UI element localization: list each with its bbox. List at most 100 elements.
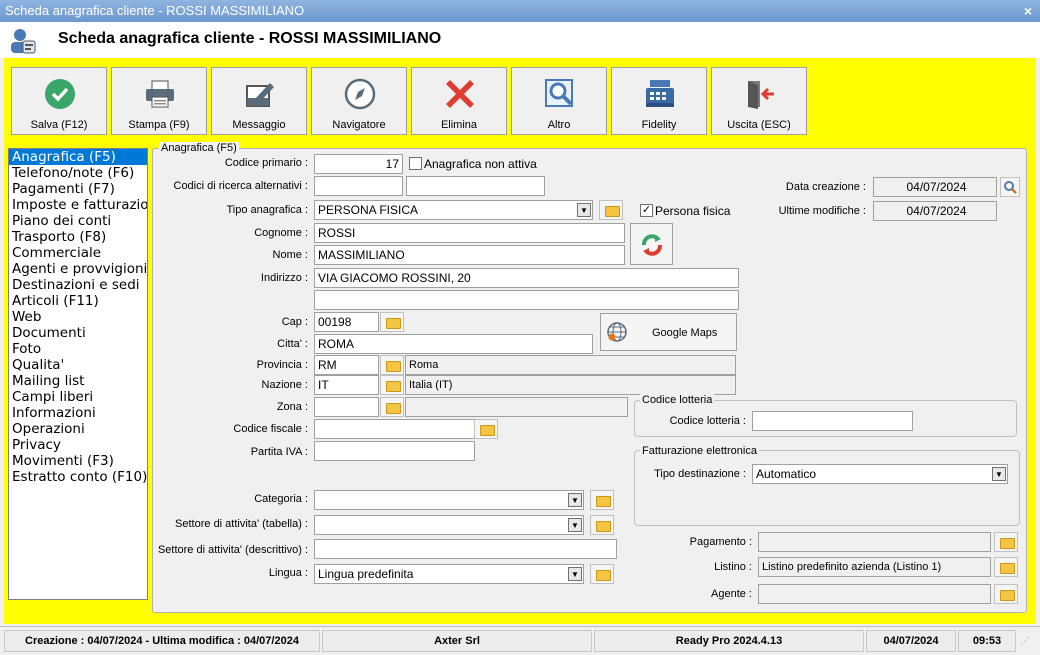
- pagamento-folder-button[interactable]: [994, 532, 1018, 552]
- nav-item[interactable]: Documenti: [9, 325, 147, 341]
- cap-input[interactable]: 00198: [314, 312, 379, 332]
- codici-ricerca-label: Codici di ricerca alternativi :: [173, 180, 309, 192]
- header: Scheda anagrafica cliente - ROSSI MASSIM…: [0, 22, 1040, 58]
- nav-item[interactable]: Estratto conto (F10): [9, 469, 147, 485]
- resize-grip-icon[interactable]: ⋰: [1020, 636, 1030, 647]
- codice-lotteria-label: Codice lotteria :: [669, 415, 746, 427]
- chevron-down-icon[interactable]: ▼: [568, 518, 582, 532]
- indirizzo-input-2[interactable]: [314, 290, 739, 310]
- delete-button-label: Elimina: [440, 119, 478, 131]
- zona-label: Zona :: [276, 401, 308, 413]
- nav-item[interactable]: Movimenti (F3): [9, 453, 147, 469]
- exit-button[interactable]: Uscita (ESC): [711, 67, 807, 135]
- nav-item[interactable]: Destinazioni e sedi: [9, 277, 147, 293]
- anagrafica-non-attiva-label: Anagrafica non attiva: [424, 157, 537, 171]
- nav-item[interactable]: Piano dei conti: [9, 213, 147, 229]
- nav-item[interactable]: Articoli (F11): [9, 293, 147, 309]
- codice-primario-input[interactable]: 17: [314, 154, 403, 174]
- nav-item[interactable]: Commerciale: [9, 245, 147, 261]
- chevron-down-icon[interactable]: ▼: [992, 467, 1006, 481]
- nazione-description: Italia (IT): [405, 375, 736, 395]
- codice-fiscale-folder-button[interactable]: [474, 419, 498, 439]
- status-date: 04/07/2024: [866, 630, 956, 652]
- google-maps-button[interactable]: Google Maps: [600, 313, 737, 351]
- cap-folder-button[interactable]: [380, 312, 404, 332]
- status-time: 09:53: [958, 630, 1016, 652]
- nav-item[interactable]: Qualita': [9, 357, 147, 373]
- lingua-select[interactable]: Lingua predefinita ▼: [314, 564, 584, 584]
- listino-folder-button[interactable]: [994, 557, 1018, 577]
- chevron-down-icon[interactable]: ▼: [577, 203, 591, 217]
- other-button[interactable]: Altro: [511, 67, 607, 135]
- cognome-input[interactable]: ROSSI: [314, 223, 625, 243]
- categoria-label: Categoria :: [254, 493, 308, 505]
- section-list[interactable]: Anagrafica (F5) Telefono/note (F6) Pagamen…: [8, 148, 148, 600]
- chevron-down-icon[interactable]: ▼: [568, 493, 582, 507]
- fatturazione-group: [634, 450, 1020, 526]
- print-button[interactable]: Stampa (F9): [111, 67, 207, 135]
- save-button[interactable]: Salva (F12): [11, 67, 107, 135]
- nav-item[interactable]: Foto: [9, 341, 147, 357]
- codice-ricerca-input-1[interactable]: [314, 176, 403, 196]
- delete-button[interactable]: Elimina: [411, 67, 507, 135]
- persona-fisica-label: Persona fisica: [655, 204, 731, 218]
- window-title: Scheda anagrafica cliente - ROSSI MASSIM…: [5, 3, 305, 18]
- partita-iva-input[interactable]: [314, 441, 475, 461]
- categoria-folder-button[interactable]: [590, 490, 614, 510]
- nav-item[interactable]: Web: [9, 309, 147, 325]
- message-icon: [246, 83, 274, 107]
- cognome-label: Cognome :: [254, 227, 308, 239]
- globe-pin-icon: [607, 322, 627, 342]
- zona-folder-button[interactable]: [380, 397, 404, 417]
- settore-descrittivo-input[interactable]: [314, 539, 617, 559]
- message-button[interactable]: Messaggio: [211, 67, 307, 135]
- nav-item[interactable]: Pagamenti (F7): [9, 181, 147, 197]
- nav-item[interactable]: Telefono/note (F6): [9, 165, 147, 181]
- navigator-button[interactable]: Navigatore: [311, 67, 407, 135]
- nav-item[interactable]: Operazioni: [9, 421, 147, 437]
- nav-item[interactable]: Imposte e fatturazio: [9, 197, 147, 213]
- nav-item[interactable]: Privacy: [9, 437, 147, 453]
- nav-item[interactable]: Trasporto (F8): [9, 229, 147, 245]
- codice-fiscale-label: Codice fiscale :: [233, 423, 308, 435]
- agente-folder-button[interactable]: [994, 584, 1018, 604]
- tipo-anagrafica-select[interactable]: PERSONA FISICA ▼: [314, 200, 593, 220]
- nazione-folder-button[interactable]: [380, 375, 404, 395]
- settore-tabella-folder-button[interactable]: [590, 515, 614, 535]
- user-card-icon: [11, 29, 36, 54]
- indirizzo-label: Indirizzo :: [260, 272, 308, 284]
- codice-primario-label: Codice primario :: [224, 157, 308, 169]
- categoria-select[interactable]: ▼: [314, 490, 584, 510]
- close-button[interactable]: ×: [1020, 3, 1036, 19]
- fidelity-button[interactable]: Fidelity: [611, 67, 707, 135]
- indirizzo-input[interactable]: VIA GIACOMO ROSSINI, 20: [314, 268, 739, 288]
- cap-label: Cap :: [281, 316, 308, 328]
- zona-input[interactable]: [314, 397, 379, 417]
- tipo-anagrafica-folder-button[interactable]: [599, 200, 623, 220]
- settore-tabella-select[interactable]: ▼: [314, 515, 584, 535]
- nav-item[interactable]: Anagrafica (F5): [9, 149, 147, 165]
- provincia-input[interactable]: RM: [314, 355, 379, 375]
- codice-lotteria-input[interactable]: [752, 411, 913, 431]
- nav-item[interactable]: Campi liberi: [9, 389, 147, 405]
- provincia-folder-button[interactable]: [380, 355, 404, 375]
- lotteria-group-title: Codice lotteria: [640, 394, 715, 406]
- persona-fisica-checkbox[interactable]: ✓: [640, 204, 653, 217]
- lingua-folder-button[interactable]: [590, 564, 614, 584]
- nav-item[interactable]: Mailing list: [9, 373, 147, 389]
- swap-names-button[interactable]: [630, 223, 673, 265]
- nazione-input[interactable]: IT: [314, 375, 379, 395]
- ultime-modifiche-value: 04/07/2024: [873, 201, 997, 221]
- citta-input[interactable]: ROMA: [314, 334, 593, 354]
- print-button-label: Stampa (F9): [128, 119, 190, 131]
- data-creazione-search-button[interactable]: [1000, 177, 1020, 197]
- chevron-down-icon[interactable]: ▼: [568, 567, 582, 581]
- codice-fiscale-input[interactable]: [314, 419, 475, 439]
- nav-item[interactable]: Informazioni: [9, 405, 147, 421]
- tipo-destinazione-select[interactable]: Automatico ▼: [752, 464, 1008, 484]
- codice-ricerca-input-2[interactable]: [406, 176, 545, 196]
- anagrafica-non-attiva-checkbox[interactable]: [409, 157, 422, 170]
- listino-label: Listino :: [714, 561, 752, 573]
- nav-item[interactable]: Agenti e provvigioni: [9, 261, 147, 277]
- nome-input[interactable]: MASSIMILIANO: [314, 245, 625, 265]
